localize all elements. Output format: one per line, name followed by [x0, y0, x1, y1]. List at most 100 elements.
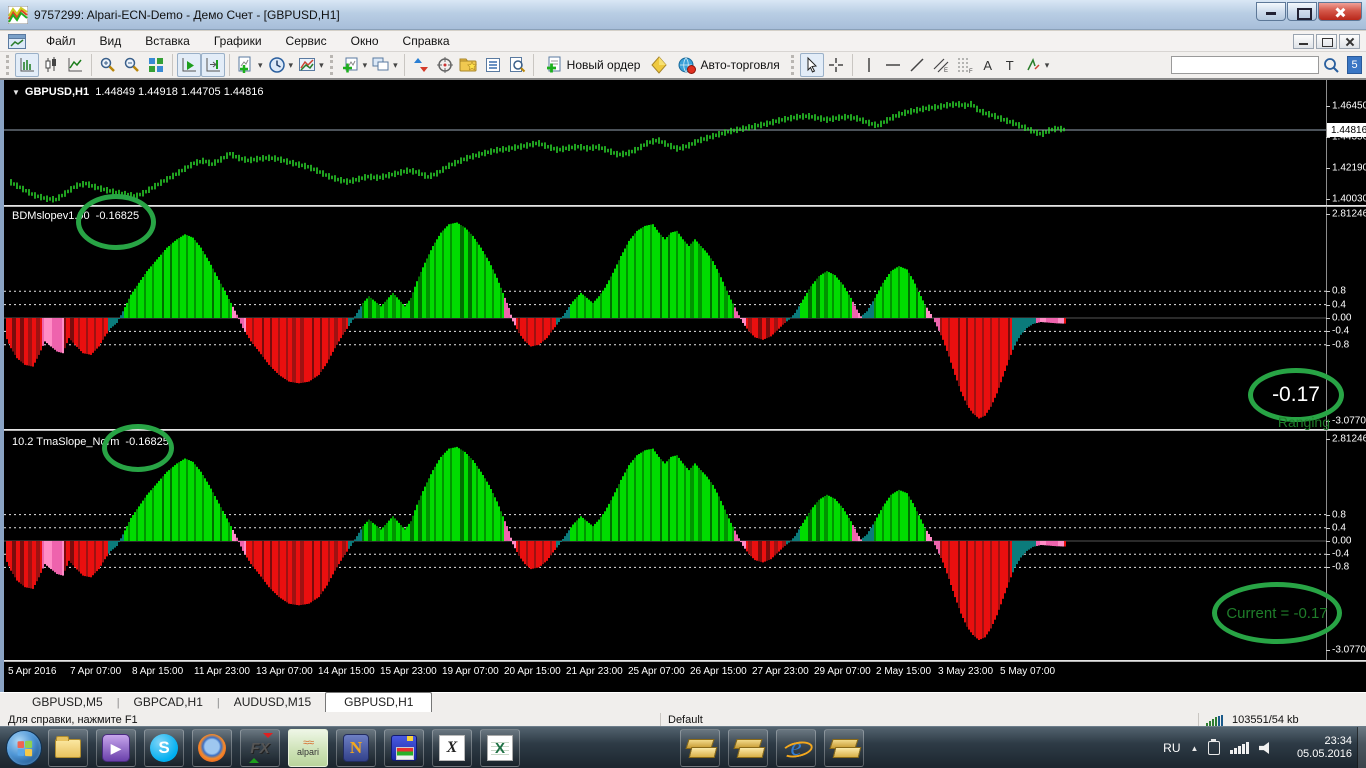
mdi-close-button[interactable] — [1339, 34, 1360, 49]
language-indicator[interactable]: RU — [1163, 741, 1180, 755]
time-label: 11 Apr 23:00 — [194, 666, 250, 677]
horizontal-line-icon[interactable] — [881, 53, 905, 77]
taskbar-notepad[interactable]: N — [336, 729, 376, 767]
bar-chart-icon[interactable] — [15, 53, 39, 77]
templates-dropdown-icon[interactable]: ▾ — [319, 60, 324, 71]
show-desktop-button[interactable] — [1357, 727, 1366, 768]
menu-window[interactable]: Окно — [339, 32, 391, 50]
templates-icon[interactable] — [295, 53, 319, 77]
panel-separator[interactable] — [4, 660, 1366, 662]
text-label-tool-icon[interactable]: T — [999, 58, 1021, 73]
zoom-out-icon[interactable] — [120, 53, 144, 77]
firefox-icon — [198, 734, 226, 762]
line-chart-icon[interactable] — [63, 53, 87, 77]
cursor-icon[interactable] — [800, 53, 824, 77]
equidistant-channel-icon[interactable]: E — [929, 53, 953, 77]
menu-tools[interactable]: Сервис — [274, 32, 339, 50]
minimize-button[interactable] — [1256, 2, 1286, 21]
search-icon[interactable] — [1319, 53, 1343, 77]
taskbar-alpari-active[interactable]: ≈≈ alpari — [288, 729, 328, 767]
mdi-window-controls — [1293, 34, 1360, 49]
periods-icon[interactable] — [265, 53, 289, 77]
menu-insert[interactable]: Вставка — [133, 32, 202, 50]
indicator1-histogram — [6, 223, 1066, 419]
tab-audusd-m15[interactable]: AUDUSD,M15 — [220, 693, 325, 712]
windows-dropdown-icon[interactable]: ▾ — [393, 60, 398, 71]
new-order-label: Новый ордер — [567, 58, 641, 72]
search-input[interactable] — [1171, 56, 1319, 74]
time-label: 26 Apr 15:00 — [690, 666, 747, 677]
taskbar-metatrader[interactable]: FX — [240, 729, 280, 767]
taskbar-metaeditor-2[interactable] — [728, 729, 768, 767]
taskbar-docs[interactable] — [384, 729, 424, 767]
vertical-line-icon[interactable] — [857, 53, 881, 77]
periods-dropdown-icon[interactable]: ▾ — [289, 60, 294, 71]
zoom-in-icon[interactable] — [96, 53, 120, 77]
menu-view[interactable]: Вид — [88, 32, 134, 50]
menu-help[interactable]: Справка — [391, 32, 462, 50]
mdi-restore-button[interactable] — [1316, 34, 1337, 49]
indicators-icon[interactable] — [339, 53, 363, 77]
book-icon — [686, 736, 714, 760]
taskbar-x-app[interactable]: X — [432, 729, 472, 767]
text-tool-icon[interactable]: A — [977, 58, 999, 73]
menu-file[interactable]: Файл — [34, 32, 88, 50]
taskbar-skype[interactable]: S — [144, 729, 184, 767]
auto-scroll-icon[interactable] — [177, 53, 201, 77]
crosshair-target-icon[interactable] — [433, 53, 457, 77]
tile-windows-icon[interactable] — [144, 53, 168, 77]
taskbar-metaeditor-3[interactable] — [824, 729, 864, 767]
arrow-shapes-dropdown-icon[interactable]: ▾ — [1045, 60, 1050, 71]
toolbar-grip[interactable] — [6, 55, 11, 75]
tab-gbpusd-h1[interactable]: GBPUSD,H1 — [325, 692, 432, 713]
mdi-minimize-button[interactable] — [1293, 34, 1314, 49]
candlestick-icon[interactable] — [39, 53, 63, 77]
windows-icon[interactable] — [369, 53, 393, 77]
maximize-button[interactable] — [1287, 2, 1317, 21]
toolbar-grip[interactable] — [791, 55, 796, 75]
close-button[interactable] — [1318, 2, 1362, 21]
chevron-down-icon[interactable]: ▼ — [12, 88, 20, 97]
chart-region[interactable]: ▼GBPUSD,H1 1.44849 1.44918 1.44705 1.448… — [0, 80, 1366, 692]
taskbar-firefox[interactable] — [192, 729, 232, 767]
tab-gbpcad-h1[interactable]: GBPCAD,H1 — [120, 693, 217, 712]
taskbar-excel[interactable]: X — [480, 729, 520, 767]
tab-gbpusd-m5[interactable]: GBPUSD,M5 — [18, 693, 117, 712]
panel-separator[interactable] — [4, 205, 1366, 207]
taskbar-metaeditor-1[interactable] — [680, 729, 720, 767]
chart-shift-icon[interactable] — [201, 53, 225, 77]
status-profile[interactable]: Default — [668, 714, 703, 726]
panel-separator[interactable] — [4, 429, 1366, 431]
crosshair-icon[interactable] — [824, 53, 848, 77]
axis-label: 0.8 — [1332, 510, 1366, 521]
tray-expand-icon[interactable]: ▲ — [1191, 744, 1199, 753]
taskbar: ▶ S FX ≈≈ alpari N X X e RU ▲ — [0, 726, 1366, 768]
auto-trading-button[interactable]: Авто-торговля — [671, 53, 786, 77]
network-signal-icon[interactable] — [1230, 742, 1249, 754]
new-chart-icon[interactable] — [234, 53, 258, 77]
search-doc-icon[interactable] — [505, 53, 529, 77]
taskbar-internet-explorer[interactable]: e — [776, 729, 816, 767]
windows-flag-icon — [17, 740, 32, 756]
fibonacci-icon[interactable]: F — [953, 53, 977, 77]
journal-icon[interactable] — [481, 53, 505, 77]
trendline-icon[interactable] — [905, 53, 929, 77]
excel-icon: X — [487, 735, 513, 761]
taskbar-explorer[interactable] — [48, 729, 88, 767]
time-label: 2 May 15:00 — [876, 666, 931, 677]
toolbar-grip[interactable] — [330, 55, 335, 75]
diamond-icon[interactable] — [647, 53, 671, 77]
favorites-icon[interactable] — [457, 53, 481, 77]
profiles-icon[interactable] — [409, 53, 433, 77]
new-chart-dropdown-icon[interactable]: ▾ — [258, 60, 263, 71]
speaker-icon[interactable] — [1259, 742, 1273, 754]
clipboard-tray-icon[interactable] — [1208, 741, 1220, 755]
taskbar-kmplayer[interactable]: ▶ — [96, 729, 136, 767]
start-button[interactable] — [6, 730, 42, 766]
arrow-shapes-icon[interactable] — [1021, 53, 1045, 77]
new-order-button[interactable]: Новый ордер — [538, 53, 648, 77]
notification-badge: 5 — [1347, 56, 1362, 74]
tray-clock[interactable]: 23:34 05.05.2016 — [1297, 735, 1352, 761]
indicators-dropdown-icon[interactable]: ▾ — [363, 60, 368, 71]
menu-charts[interactable]: Графики — [202, 32, 274, 50]
